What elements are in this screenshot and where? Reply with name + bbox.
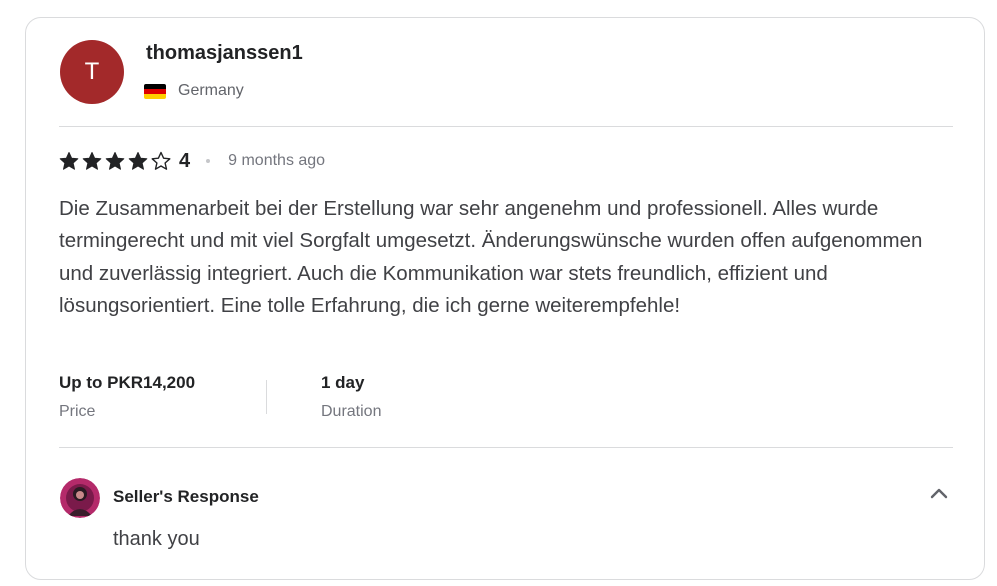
country-name: Germany xyxy=(178,82,244,99)
rating-value: 4 xyxy=(179,149,191,172)
seller-avatar[interactable] xyxy=(60,478,100,518)
review-text: Die Zusammenarbeit bei der Erstellung wa… xyxy=(59,197,923,318)
separator-dot xyxy=(206,159,211,163)
star-filled-icon xyxy=(82,152,102,170)
star-rating xyxy=(59,151,171,171)
meta-separator xyxy=(266,380,267,414)
germany-flag-icon xyxy=(144,83,166,99)
reviewer-avatar[interactable]: T xyxy=(60,40,124,104)
price-label: Price xyxy=(59,403,96,420)
star-filled-icon xyxy=(59,152,79,170)
reviewer-country: Germany xyxy=(144,82,244,100)
chevron-up-icon[interactable] xyxy=(926,483,952,503)
duration-label: Duration xyxy=(321,403,382,420)
seller-response-text: thank you xyxy=(113,528,200,550)
review-card: T thomasjanssen1 Germany 4 9 months ago … xyxy=(25,17,985,580)
price-value: Up to PKR14,200 xyxy=(59,373,196,392)
star-filled-icon xyxy=(128,152,148,170)
rating-row: 4 9 months ago xyxy=(59,148,325,174)
response-divider xyxy=(59,447,953,448)
seller-response-title: Seller's Response xyxy=(113,487,259,506)
review-time: 9 months ago xyxy=(228,152,326,169)
header-divider xyxy=(59,126,953,127)
reviewer-username[interactable]: thomasjanssen1 xyxy=(146,42,303,65)
avatar-initial: T xyxy=(84,58,100,85)
duration-value: 1 day xyxy=(321,373,365,392)
star-empty-icon xyxy=(151,151,171,170)
star-filled-icon xyxy=(105,152,125,170)
